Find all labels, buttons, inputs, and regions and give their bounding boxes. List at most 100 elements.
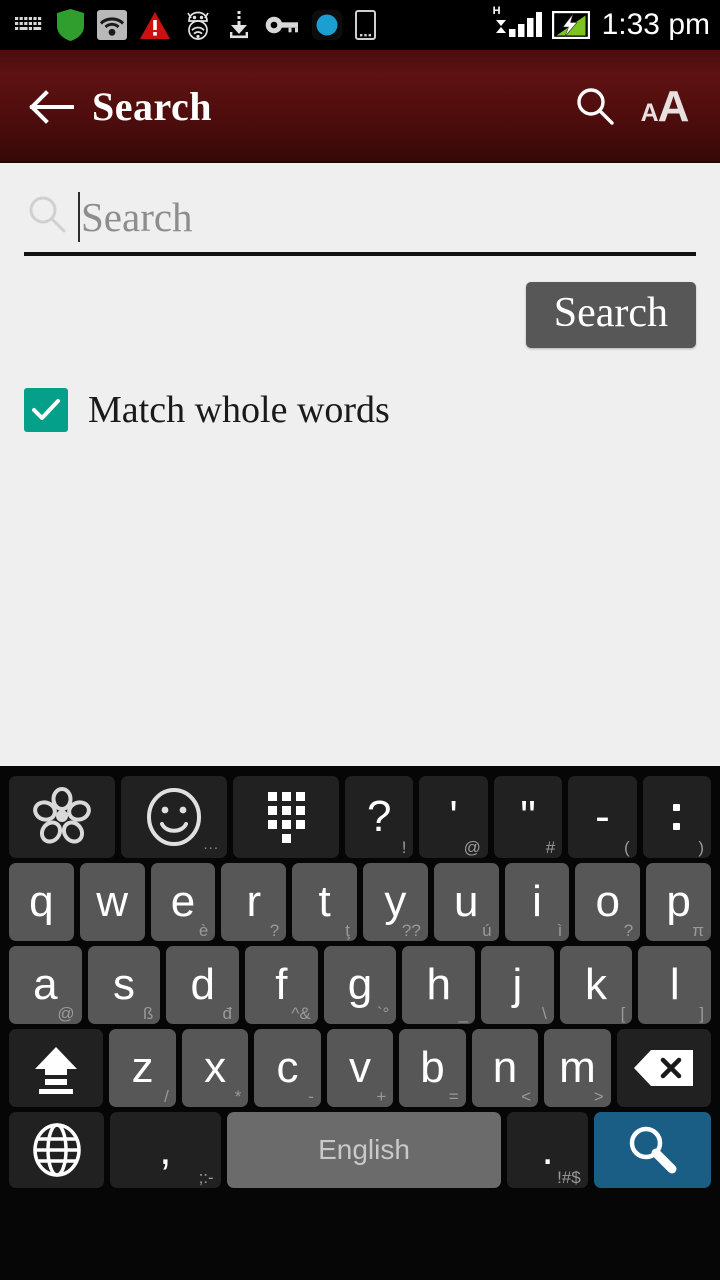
key-secondary-label: ?? [401,921,421,940]
key-smiley[interactable]: ... [121,776,228,858]
key-secondary-label: ^& [291,1004,311,1023]
key-k[interactable]: k[ [559,946,633,1024]
key-label: p [666,877,691,926]
key-secondary-label: `° [376,1004,390,1023]
font-size-button[interactable]: AA [634,76,696,138]
key-w[interactable]: w [79,863,145,941]
shield-icon [57,9,84,41]
key-.[interactable]: . !#$ [507,1112,588,1188]
key-secondary-label: ( [623,838,630,857]
key-label: f [275,960,288,1009]
key-search[interactable] [593,1112,712,1188]
backspace-icon [633,1050,693,1086]
appbar-search-button[interactable] [564,76,626,138]
key-label: g [347,960,373,1009]
key-label: - [595,792,610,841]
key-label: v [349,1043,372,1092]
key-i[interactable]: iì [504,863,570,941]
key-secondary-label: ? [623,921,634,940]
key-vertical-dots[interactable]: ) [642,776,711,858]
key-label: ? [367,792,392,841]
key-secondary-label: # [545,838,556,857]
match-whole-words-label: Match whole words [88,389,390,431]
key-u[interactable]: uú [433,863,499,941]
key-label: w [96,877,129,926]
key-secondary-label: [ [620,1004,626,1023]
key-n[interactable]: n < [471,1029,539,1107]
key-label: l [669,960,680,1009]
key-secondary-label: ţ [345,921,350,940]
key-label: u [453,877,479,926]
key-label: r [246,877,262,926]
key-?[interactable]: ?! [345,776,414,858]
key-g[interactable]: g `° [323,946,397,1024]
key-,[interactable]: , ;:- [110,1112,221,1188]
battery-charging-icon [551,11,590,39]
key-l[interactable]: l] [638,946,712,1024]
match-whole-words-checkbox[interactable] [24,388,68,432]
more-emoji-dots-icon: ... [203,836,220,853]
key-secondary-label: π [692,921,704,940]
warning-icon [140,11,170,39]
smiley-icon [147,788,202,846]
key-x[interactable]: x * [181,1029,249,1107]
key-s[interactable]: sß [87,946,161,1024]
key-backspace[interactable] [616,1029,712,1107]
numeric-keypad-icon [267,791,305,843]
checkmark-icon [32,399,60,420]
key-h[interactable]: h _ [402,946,476,1024]
key-label: c [276,1043,299,1092]
search-submit-button[interactable]: Search [525,282,696,348]
key-a[interactable]: a @ [9,946,82,1024]
network-type-label: H [492,5,501,17]
key--[interactable]: -( [568,776,637,858]
key-secondary-label: !#$ [557,1168,581,1187]
back-arrow-icon [29,89,74,124]
search-input-row[interactable]: Search [24,163,696,242]
key-e[interactable]: eè [150,863,216,941]
key-globe[interactable] [9,1112,105,1188]
key-label: a [33,960,58,1009]
key-secondary-label: ú [482,921,492,940]
key-y[interactable]: y?? [362,863,428,941]
key-numeric-keypad[interactable] [233,776,340,858]
key-"[interactable]: " # [493,776,563,858]
key-flower[interactable] [9,776,116,858]
key-secondary-label: / [164,1087,169,1106]
key-label: z [131,1043,154,1092]
key-q[interactable]: q [9,863,74,941]
key-secondary-label: _ [458,1004,469,1023]
key-z[interactable]: z / [109,1029,176,1107]
key-secondary-label: \ [541,1004,547,1023]
font-size-small-a: A [640,98,659,127]
key-label: q [29,877,54,926]
match-whole-words-row[interactable]: Match whole words [24,388,696,432]
key-f[interactable]: f ^& [245,946,318,1024]
key-label: x [204,1043,227,1092]
key-shift[interactable] [9,1029,104,1107]
key-label: . [541,1125,554,1174]
key-v[interactable]: v + [326,1029,394,1107]
key-m[interactable]: m > [544,1029,611,1107]
key-'[interactable]: ' @ [419,776,488,858]
key-space[interactable]: English [226,1112,502,1188]
key-o[interactable]: o? [575,863,641,941]
key-b[interactable]: b = [399,1029,466,1107]
key-label: s [113,960,135,1009]
key-secondary-label: ] [699,1004,705,1023]
key-d[interactable]: dđ [166,946,240,1024]
key-secondary-label: đ [222,1004,233,1023]
key-p[interactable]: pπ [646,863,711,941]
key-label: e [170,877,196,926]
key-r[interactable]: r? [221,863,287,941]
key-c[interactable]: c- [254,1029,321,1107]
key-secondary-label: * [234,1087,242,1106]
key-t[interactable]: tţ [292,863,357,941]
globe-icon [32,1123,81,1177]
search-input-underline [24,252,696,256]
status-bar-system-icons: H 1:33 pm [493,6,710,42]
key-j[interactable]: j \ [481,946,554,1024]
signal-strength-icon: H [493,6,542,39]
back-button[interactable] [24,80,78,134]
on-screen-keyboard[interactable]: ... ?! ' @ " # -() q w e è r? t ţ y?? u ú i ì o? p π a @ s ß d đ… [0,766,720,1280]
